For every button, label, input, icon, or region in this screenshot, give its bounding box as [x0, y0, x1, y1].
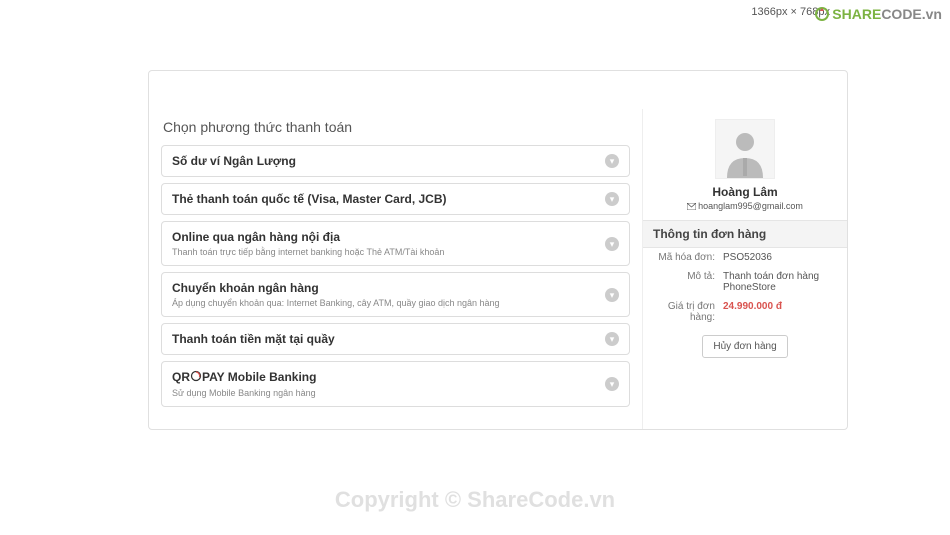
order-row-value: PSO52036 — [723, 252, 837, 263]
payment-method-option[interactable]: Số dư ví Ngân Lượng▾ — [161, 145, 630, 177]
order-row-label: Mô tả: — [653, 271, 723, 293]
chevron-down-icon: ▾ — [605, 288, 619, 302]
payment-method-title: QRPAY Mobile Banking — [172, 370, 619, 385]
payment-method-subtitle: Thanh toán trực tiếp bằng internet banki… — [172, 247, 619, 257]
sharecode-brand: SHARECODE.vn — [814, 6, 942, 25]
payment-method-title: Số dư ví Ngân Lượng — [172, 154, 619, 168]
section-title: Chọn phương thức thanh toán — [161, 119, 630, 135]
payment-method-subtitle: Sử dụng Mobile Banking ngân hàng — [172, 388, 619, 398]
order-row: Mã hóa đơn:PSO52036 — [643, 248, 847, 267]
cancel-order-button[interactable]: Hủy đơn hàng — [702, 335, 787, 358]
payment-method-option[interactable]: Thẻ thanh toán quốc tế (Visa, Master Car… — [161, 183, 630, 215]
payment-panel: Chọn phương thức thanh toán Số dư ví Ngâ… — [148, 70, 848, 430]
payment-method-option[interactable]: Chuyển khoản ngân hàng Áp dụng chuyển kho… — [161, 272, 630, 317]
qr-swirl-icon — [190, 370, 202, 385]
order-row: Giá trị đơn hàng:24.990.000 đ — [643, 297, 847, 327]
payment-method-title: Chuyển khoản ngân hàng — [172, 281, 619, 295]
order-row-value: 24.990.000 đ — [723, 301, 837, 323]
payment-method-option[interactable]: QRPAY Mobile Banking Sử dụng Mobile Banki… — [161, 361, 630, 407]
order-info-header: Thông tin đơn hàng — [643, 220, 847, 248]
payment-method-title: Online qua ngân hàng nội địa — [172, 230, 619, 244]
order-row-label: Giá trị đơn hàng: — [653, 301, 723, 323]
chevron-down-icon: ▾ — [605, 192, 619, 206]
chevron-down-icon: ▾ — [605, 332, 619, 346]
chevron-down-icon: ▾ — [605, 237, 619, 251]
payment-methods-column: Chọn phương thức thanh toán Số dư ví Ngâ… — [149, 109, 642, 429]
chevron-down-icon: ▾ — [605, 154, 619, 168]
watermark-bottom: Copyright © ShareCode.vn — [335, 487, 615, 513]
payment-method-option[interactable]: Online qua ngân hàng nội địa Thanh toán t… — [161, 221, 630, 266]
payment-method-title: Thẻ thanh toán quốc tế (Visa, Master Car… — [172, 192, 619, 206]
payment-method-title: Thanh toán tiền mặt tại quầy — [172, 332, 619, 346]
order-summary-column: Hoàng Lâm hoanglam995@gmail.com Thông ti… — [642, 109, 847, 429]
order-row-value: Thanh toán đơn hàng PhoneStore — [723, 271, 837, 293]
chevron-down-icon: ▾ — [605, 377, 619, 391]
envelope-icon — [687, 202, 696, 212]
avatar — [715, 119, 775, 179]
user-email: hoanglam995@gmail.com — [643, 201, 847, 212]
sharecode-icon — [814, 6, 830, 25]
payment-method-option[interactable]: Thanh toán tiền mặt tại quầy▾ — [161, 323, 630, 355]
payment-method-subtitle: Áp dụng chuyển khoản qua: Internet Banki… — [172, 298, 619, 308]
order-row-label: Mã hóa đơn: — [653, 252, 723, 263]
user-name: Hoàng Lâm — [643, 185, 847, 199]
order-row: Mô tả:Thanh toán đơn hàng PhoneStore — [643, 267, 847, 297]
